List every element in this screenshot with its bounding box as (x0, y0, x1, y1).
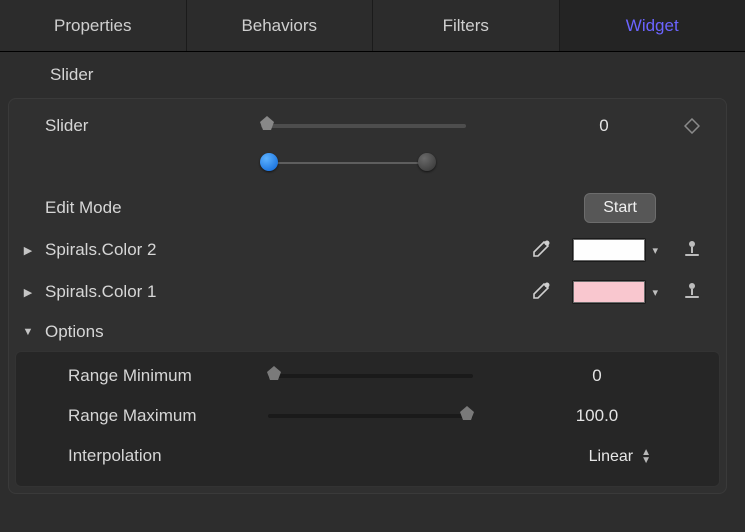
slider-thumb-icon[interactable] (458, 404, 476, 422)
stepper-updown-icon: ▲▼ (641, 449, 651, 465)
range-min-label: Range Minimum (48, 366, 268, 386)
range-min-row: Range Minimum 0 (16, 356, 719, 396)
eyedropper-icon[interactable] (522, 239, 558, 261)
range-max-row: Range Maximum 100.0 (16, 396, 719, 436)
inspector-tabs: Properties Behaviors Filters Widget (0, 0, 745, 52)
tab-behaviors[interactable]: Behaviors (187, 0, 374, 51)
color-swatch[interactable] (572, 280, 646, 304)
disclosure-triangle-icon[interactable] (24, 244, 32, 257)
interpolation-popup[interactable]: Linear ▲▼ (589, 448, 651, 466)
slider-range-handles[interactable] (261, 153, 466, 183)
param-row-color2: Spirals.Color 2 ▾ (9, 229, 726, 271)
param-label: Spirals.Color 1 (41, 282, 291, 302)
interpolation-row: Interpolation Linear ▲▼ (16, 436, 719, 476)
slider-label: Slider (41, 116, 261, 136)
color-swatch[interactable] (572, 238, 646, 262)
edit-mode-start-button[interactable]: Start (584, 193, 656, 223)
inspector-panel: Slider Slider 0 (0, 52, 745, 494)
tab-widget[interactable]: Widget (560, 0, 745, 51)
slider-range-end-handle[interactable] (418, 153, 436, 171)
widget-card: Slider 0 (8, 98, 727, 494)
options-header: Options (41, 322, 261, 342)
slider-track[interactable] (261, 124, 466, 128)
slider-range-row (9, 147, 726, 183)
tab-filters[interactable]: Filters (373, 0, 560, 51)
disclosure-triangle-icon[interactable] (23, 326, 34, 338)
range-min-track[interactable] (268, 374, 473, 378)
section-header: Slider (8, 52, 727, 98)
keyframe-diamond-icon[interactable] (684, 118, 700, 134)
param-row-color1: Spirals.Color 1 ▾ (9, 271, 726, 313)
interpolation-label: Interpolation (48, 446, 268, 466)
chevron-down-icon[interactable]: ▾ (652, 244, 658, 257)
slider-range-start-handle[interactable] (260, 153, 278, 171)
slider-row: Slider 0 (9, 105, 726, 147)
range-max-value[interactable]: 100.0 (537, 406, 657, 426)
interpolation-value: Linear (589, 448, 633, 466)
edit-mode-label: Edit Mode (41, 198, 261, 218)
options-header-row: Options (9, 313, 726, 351)
range-max-label: Range Maximum (48, 406, 268, 426)
disclosure-triangle-icon[interactable] (24, 286, 32, 299)
animation-menu-icon[interactable] (681, 279, 703, 306)
options-card: Range Minimum 0 Range Maximum (15, 351, 720, 487)
range-min-value[interactable]: 0 (537, 366, 657, 386)
edit-mode-row: Edit Mode Start (9, 187, 726, 229)
param-label: Spirals.Color 2 (41, 240, 291, 260)
tab-properties[interactable]: Properties (0, 0, 187, 51)
range-max-track[interactable] (268, 414, 473, 418)
animation-menu-icon[interactable] (681, 237, 703, 264)
color-well[interactable]: ▾ (572, 280, 658, 304)
chevron-down-icon[interactable]: ▾ (652, 286, 658, 299)
eyedropper-icon[interactable] (522, 281, 558, 303)
color-well[interactable]: ▾ (572, 238, 658, 262)
slider-value[interactable]: 0 (544, 116, 664, 136)
slider-range-line (269, 162, 427, 164)
